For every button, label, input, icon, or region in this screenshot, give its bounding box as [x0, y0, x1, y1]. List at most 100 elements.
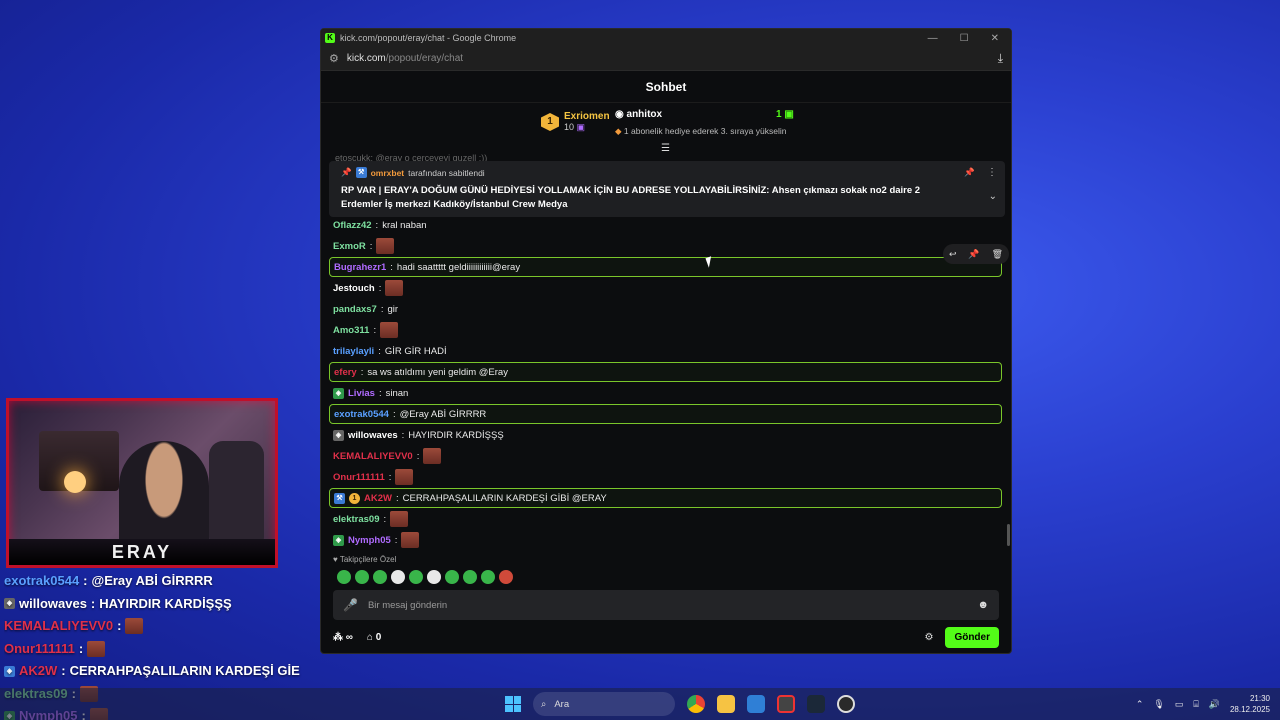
chat-settings-icon[interactable]: ⚙: [924, 632, 933, 643]
taskbar-search[interactable]: ⌕ Ara: [533, 692, 675, 716]
chat-username[interactable]: Jestouch: [333, 283, 375, 294]
chat-username[interactable]: Amo311: [333, 325, 369, 336]
chat-message[interactable]: ◈ Livias: sinan: [333, 383, 408, 403]
unpin-icon[interactable]: 📌: [964, 167, 975, 178]
expand-chevron-icon[interactable]: ⌄: [989, 191, 997, 202]
more-options-icon[interactable]: ⋮: [987, 167, 997, 178]
leaderboard-top[interactable]: 1 Exriomen 10 ▣: [541, 111, 610, 133]
display-icon[interactable]: ▭: [1175, 699, 1184, 710]
webcam-overlay: ERAY: [6, 398, 278, 568]
overlay-username: KEMALALIYEVV0: [4, 618, 114, 633]
leaderboard-count: 1 ▣: [776, 109, 794, 120]
microphone-icon[interactable]: 🎤: [343, 598, 358, 612]
address-bar[interactable]: ⚙ kick.com/popout/eray/chat ⤓: [321, 47, 1011, 71]
store-icon[interactable]: ⌂: [367, 632, 373, 643]
chrome-icon[interactable]: [687, 695, 705, 713]
chat-message[interactable]: efery: sa ws atıldımı yeni geldim @Eray: [329, 362, 1002, 382]
chat-message[interactable]: trilaylayli: GİR GİR HADİ: [333, 341, 447, 361]
windows-start-icon[interactable]: [505, 696, 521, 712]
chat-username[interactable]: Onur111111: [333, 472, 385, 483]
app-icon[interactable]: [777, 695, 795, 713]
channel-points-icon[interactable]: ⁂ ∞: [333, 632, 353, 643]
emote-1[interactable]: [337, 570, 351, 584]
separator: :: [378, 345, 381, 357]
leaderboard-second[interactable]: ◉ anhitox ◆ 1 abonelik hediye ederek 3. …: [615, 109, 786, 137]
maximize-button[interactable]: ☐: [960, 33, 969, 44]
chat-username[interactable]: pandaxs7: [333, 304, 377, 315]
photos-icon[interactable]: [747, 695, 765, 713]
chat-message[interactable]: Bugrahezr1: hadi saattttt geldiiiiiiiiiii…: [329, 257, 1002, 277]
emote-8[interactable]: [463, 570, 477, 584]
separator: :: [360, 366, 364, 378]
overlay-chat-row: KEMALALIYEVV0:: [4, 615, 304, 638]
followers-only-label: ♥ Takipçilere Özel: [333, 555, 397, 564]
chat-username[interactable]: efery: [334, 367, 357, 378]
chat-username[interactable]: exotrak0544: [334, 409, 389, 420]
delete-icon[interactable]: 🗑: [992, 249, 1003, 260]
chat-username[interactable]: KEMALALIYEVV0: [333, 451, 413, 462]
obs-icon[interactable]: [837, 695, 855, 713]
emote-3[interactable]: [373, 570, 387, 584]
mic-tray-icon[interactable]: 🎙: [1153, 699, 1164, 710]
chat-message[interactable]: ◈ Nymph05:: [333, 530, 420, 550]
store-count: 0: [375, 631, 382, 643]
overlay-badge-icon: ◈: [4, 598, 15, 610]
emote-6[interactable]: [427, 570, 441, 584]
download-icon[interactable]: ⤓: [998, 51, 1003, 66]
steam-icon[interactable]: [807, 695, 825, 713]
chat-message[interactable]: Oflazz42: kral naban: [333, 215, 427, 235]
minimize-button[interactable]: —: [928, 33, 938, 44]
chat-message[interactable]: Onur111111:: [333, 467, 414, 487]
chat-message[interactable]: Amo311:: [333, 320, 399, 340]
emoji-picker-icon[interactable]: ☻: [977, 599, 989, 611]
chat-username[interactable]: Bugrahezr1: [334, 262, 386, 273]
gift-hint-icon: ◆: [615, 126, 624, 136]
chat-message[interactable]: Jestouch:: [333, 278, 404, 298]
separator: :: [395, 492, 399, 504]
chat-username[interactable]: elektras09: [333, 514, 379, 525]
chat-text: sinan: [385, 387, 409, 399]
pin-icon[interactable]: 📌: [968, 249, 979, 260]
emote-2[interactable]: [355, 570, 369, 584]
chat-input[interactable]: [367, 599, 978, 611]
chat-message[interactable]: pandaxs7: gir: [333, 299, 398, 319]
volume-icon[interactable]: 🔊: [1209, 699, 1220, 710]
separator: :: [416, 450, 420, 462]
chat-text: hadi saattttt geldiiiiiiiiiiii@eray: [396, 261, 521, 273]
chat-title: Sohbet: [321, 71, 1011, 103]
emote-image: [376, 238, 395, 254]
chat-username[interactable]: Nymph05: [348, 535, 391, 546]
site-settings-icon[interactable]: ⚙: [329, 52, 339, 65]
chat-message[interactable]: KEMALALIYEVV0:: [333, 446, 442, 466]
emote-7[interactable]: [445, 570, 459, 584]
chat-message[interactable]: ⚒ 1 AK2W: CERRAHPAŞALILARIN KARDEŞİ GİBİ @E…: [329, 488, 1002, 508]
file-explorer-icon[interactable]: [717, 695, 735, 713]
chat-username[interactable]: Livias: [348, 388, 375, 399]
chat-message[interactable]: exotrak0544: @Eray ABİ GİRRRR: [329, 404, 1002, 424]
send-button[interactable]: Gönder: [945, 626, 999, 648]
chat-username[interactable]: willowaves: [348, 430, 398, 441]
chat-username[interactable]: ExmoR: [333, 241, 366, 252]
chat-message[interactable]: ExmoR:: [333, 236, 395, 256]
chat-scrollbar[interactable]: [1007, 524, 1010, 546]
emote-10[interactable]: [499, 570, 513, 584]
network-icon[interactable]: ⌸: [1193, 699, 1198, 710]
emote-4[interactable]: [391, 570, 405, 584]
clock-date: 28.12.2025: [1229, 705, 1270, 714]
emote-5[interactable]: [409, 570, 423, 584]
chat-text: HAYIRDIR KARDİŞŞŞ: [408, 429, 504, 441]
chat-username[interactable]: trilaylayli: [333, 346, 374, 357]
chat-username[interactable]: Oflazz42: [333, 220, 372, 231]
emote-9[interactable]: [481, 570, 495, 584]
chat-message[interactable]: ◈ willowaves: HAYIRDIR KARDİŞŞŞ: [333, 425, 504, 445]
chat-footer: ⁂ ∞ ⌂ 0 ⚙ Gönder: [333, 626, 999, 648]
tray-chevron-icon[interactable]: ⌃: [1136, 699, 1144, 710]
chat-username[interactable]: AK2W: [364, 493, 392, 504]
collapse-leaderboard-icon[interactable]: ☰: [661, 143, 670, 154]
pinned-message[interactable]: 📌 ⚒ omrxbet tarafından sabitlendi 📌 RP V…: [329, 161, 1005, 217]
clock[interactable]: 21:30 28.12.2025: [1230, 693, 1270, 715]
top-gifter-count: 10: [564, 122, 575, 132]
close-button[interactable]: ✕: [991, 33, 999, 44]
reply-icon[interactable]: ↩: [949, 249, 957, 260]
chat-message[interactable]: elektras09:: [333, 509, 409, 529]
